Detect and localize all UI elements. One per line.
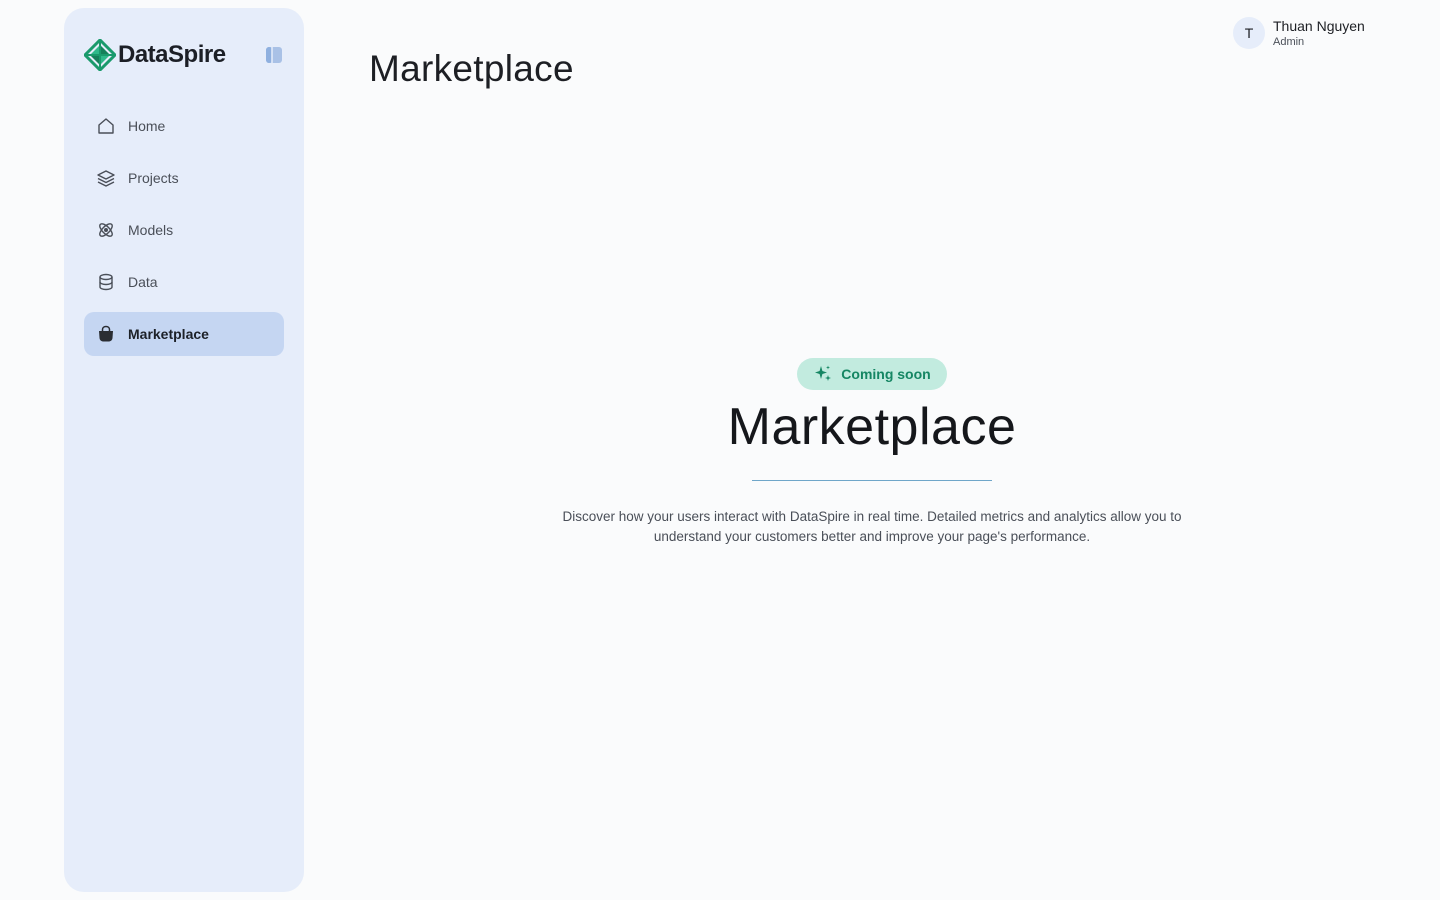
dataspire-logo-icon bbox=[84, 39, 116, 71]
sidebar-item-label: Home bbox=[128, 118, 166, 134]
database-icon bbox=[96, 272, 116, 292]
sidebar-item-data[interactable]: Data bbox=[84, 260, 284, 304]
sidebar-item-label: Projects bbox=[128, 170, 179, 186]
user-menu[interactable]: T Thuan Nguyen Admin bbox=[1233, 17, 1365, 49]
layers-icon bbox=[96, 168, 116, 188]
sidebar-item-projects[interactable]: Projects bbox=[84, 156, 284, 200]
home-icon bbox=[96, 116, 116, 136]
hero-description: Discover how your users interact with Da… bbox=[562, 509, 1182, 544]
page-title: Marketplace bbox=[369, 48, 574, 89]
shopping-bag-icon bbox=[96, 324, 116, 344]
coming-soon-badge: Coming soon bbox=[797, 358, 947, 390]
avatar: T bbox=[1233, 17, 1265, 49]
sidebar-collapse-button[interactable] bbox=[264, 45, 284, 65]
sidebar-item-label: Models bbox=[128, 222, 174, 238]
atom-icon bbox=[96, 220, 116, 240]
user-role: Admin bbox=[1273, 35, 1305, 48]
brand-name: DataSpire bbox=[118, 41, 226, 68]
sidebar-item-marketplace[interactable]: Marketplace bbox=[84, 312, 284, 356]
sidebar-item-label: Data bbox=[128, 274, 158, 290]
sidebar-toggle-icon bbox=[266, 47, 282, 63]
sidebar-item-home[interactable]: Home bbox=[84, 104, 284, 148]
hero-divider bbox=[752, 480, 992, 481]
sidebar-item-models[interactable]: Models bbox=[84, 208, 284, 252]
badge-label: Coming soon bbox=[841, 366, 931, 382]
coming-soon-hero: Coming soon Marketplace Discover how you… bbox=[304, 358, 1440, 561]
brand-header: DataSpire bbox=[84, 8, 284, 104]
logo[interactable]: DataSpire bbox=[84, 39, 226, 71]
sidebar: DataSpire Home Projects Models Data Mark… bbox=[64, 8, 304, 892]
sidebar-nav: Home Projects Models Data Marketplace bbox=[84, 104, 284, 356]
user-name: Thuan Nguyen bbox=[1273, 17, 1365, 34]
user-info: Thuan Nguyen Admin bbox=[1273, 19, 1365, 48]
hero-title: Marketplace bbox=[727, 398, 1017, 456]
sidebar-item-label: Marketplace bbox=[128, 326, 209, 342]
sparkles-icon bbox=[815, 365, 832, 381]
